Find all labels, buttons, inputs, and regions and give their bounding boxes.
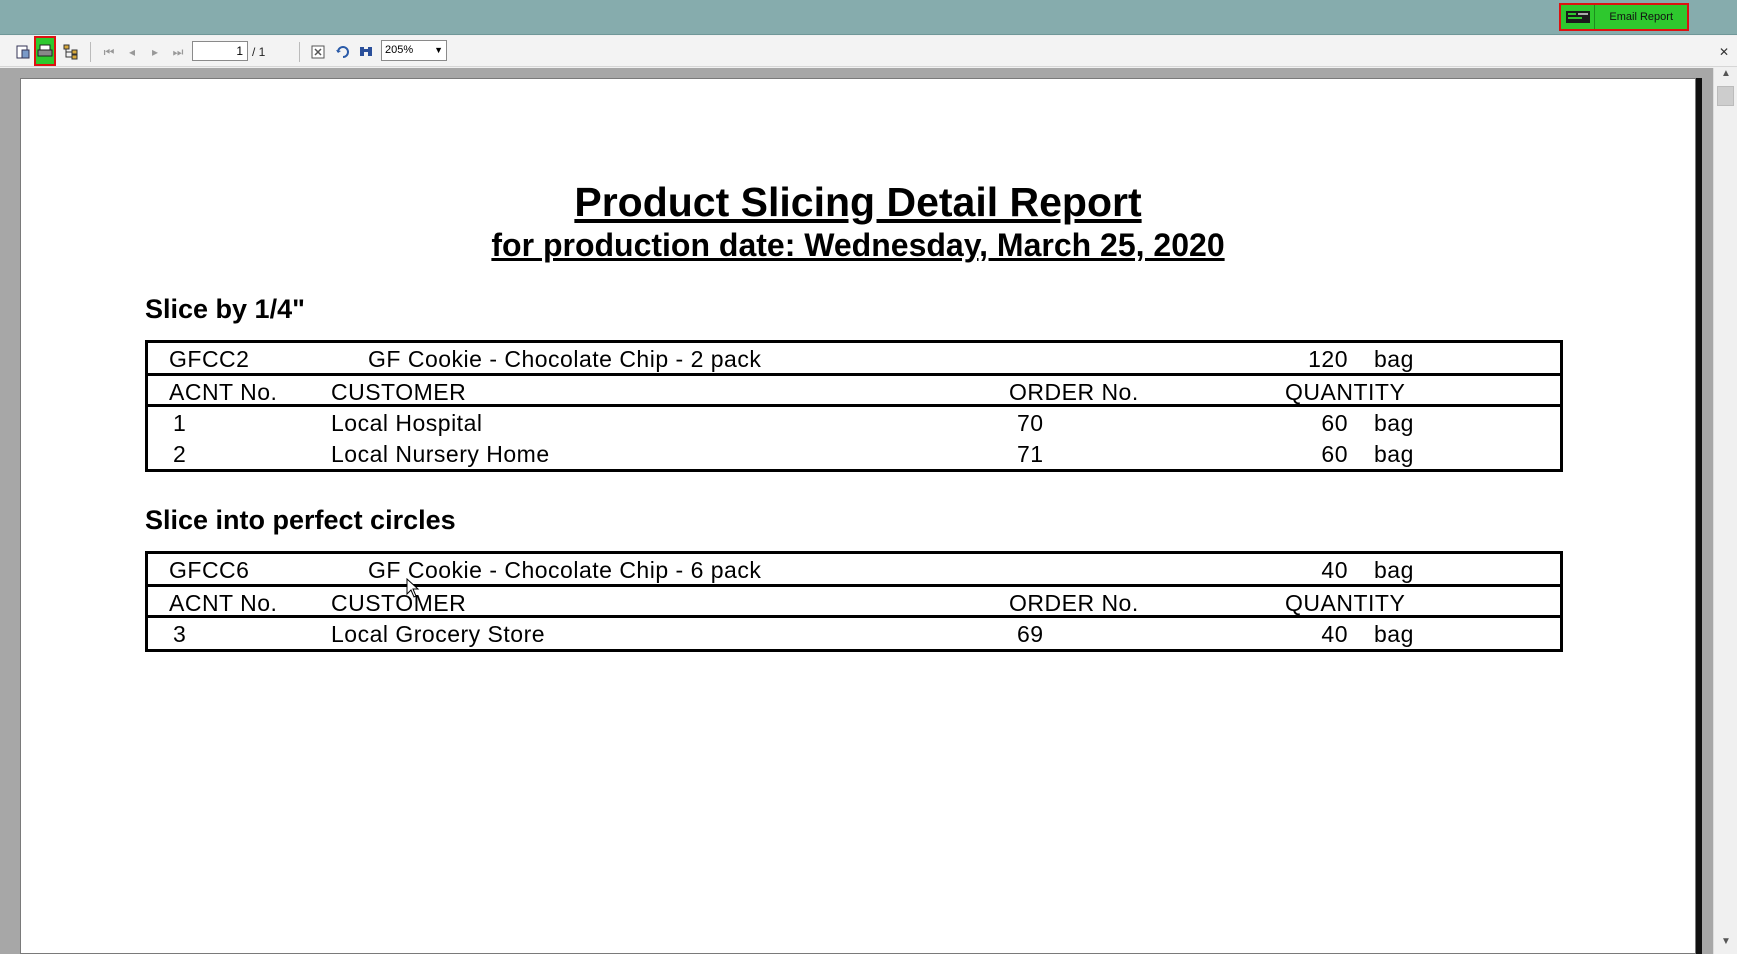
section-heading: Slice into perfect circles [145,505,456,535]
order-cell: 71 [1017,441,1044,467]
email-report-button[interactable]: Email Report [1595,5,1687,29]
product-description: GF Cookie - Chocolate Chip - 2 pack [368,346,762,372]
header-customer: CUSTOMER [331,590,467,616]
acnt-cell: 3 [173,621,187,647]
product-total-unit: bag [1374,557,1414,583]
order-cell: 70 [1017,410,1044,436]
email-report-icon[interactable] [1561,5,1596,29]
acnt-cell: 1 [173,410,187,436]
group-tree-icon[interactable] [60,41,82,63]
product-description: GF Cookie - Chocolate Chip - 6 pack [368,557,762,583]
zoom-select[interactable]: 205% ▼ [381,40,447,61]
last-page-icon[interactable]: ⏭ [167,41,189,63]
report-title: Product Slicing Detail Report [574,179,1142,225]
table-header-row: ACNT No. CUSTOMER ORDER No. QUANTITY [148,587,1560,618]
qty-cell: 60 [1321,410,1348,436]
vertical-scrollbar[interactable]: ▲ ▼ [1713,68,1737,954]
unit-cell: bag [1374,621,1414,647]
next-page-icon[interactable]: ▸ [144,41,166,63]
scroll-up-icon[interactable]: ▲ [1714,68,1737,86]
product-row: GFCC6 GF Cookie - Chocolate Chip - 6 pac… [148,554,1560,587]
product-total-qty: 120 [1308,346,1348,372]
header-acnt: ACNT No. [169,590,278,616]
scroll-down-icon[interactable]: ▼ [1714,936,1737,954]
qty-cell: 60 [1321,441,1348,467]
report-page: Product Slicing Detail Report for produc… [20,78,1696,954]
table-row: 1 Local Hospital 70 60 bag [148,407,1560,438]
email-report-group: Email Report [1559,3,1689,31]
table-row: 2 Local Nursery Home 71 60 bag [148,438,1560,469]
customer-cell: Local Nursery Home [331,441,550,467]
toolbar-separator [90,42,91,62]
header-customer: CUSTOMER [331,379,467,405]
export-icon[interactable] [12,41,34,63]
customer-cell: Local Hospital [331,410,483,436]
search-icon[interactable] [355,41,377,63]
close-icon[interactable]: ✕ [1719,45,1729,59]
toolbar-separator [299,42,300,62]
print-icon[interactable] [34,36,56,66]
order-cell: 69 [1017,621,1044,647]
header-order: ORDER No. [1009,379,1139,405]
header-quantity: QUANTITY [1285,590,1406,616]
table-row: 3 Local Grocery Store 69 40 bag [148,618,1560,649]
scroll-thumb[interactable] [1717,86,1734,106]
report-toolbar: ⏮ ◂ ▸ ⏭ 1 / 1 205% ▼ ✕ [0,36,1737,67]
unit-cell: bag [1374,441,1414,467]
page-total-label: / 1 [252,45,266,59]
report-subtitle: for production date: Wednesday, March 25… [491,227,1225,263]
mouse-cursor-icon [406,578,420,598]
first-page-icon[interactable]: ⏮ [98,41,120,63]
product-code: GFCC2 [169,346,250,372]
header-acnt: ACNT No. [169,379,278,405]
prev-page-icon[interactable]: ◂ [121,41,143,63]
unit-cell: bag [1374,410,1414,436]
product-total-qty: 40 [1321,557,1348,583]
section-table: GFCC2 GF Cookie - Chocolate Chip - 2 pac… [145,340,1563,472]
page-number-input[interactable]: 1 [192,41,248,61]
section-table: GFCC6 GF Cookie - Chocolate Chip - 6 pac… [145,551,1563,652]
report-viewer: Product Slicing Detail Report for produc… [0,68,1713,954]
stop-icon[interactable] [307,41,329,63]
acnt-cell: 2 [173,441,187,467]
customer-cell: Local Grocery Store [331,621,546,647]
refresh-icon[interactable] [332,41,354,63]
product-row: GFCC2 GF Cookie - Chocolate Chip - 2 pac… [148,343,1560,376]
table-header-row: ACNT No. CUSTOMER ORDER No. QUANTITY [148,376,1560,407]
zoom-value: 205% [385,44,414,56]
chevron-down-icon: ▼ [434,45,443,55]
header-quantity: QUANTITY [1285,379,1406,405]
header-order: ORDER No. [1009,590,1139,616]
product-total-unit: bag [1374,346,1414,372]
title-bar: Email Report [0,0,1737,35]
qty-cell: 40 [1321,621,1348,647]
section-heading: Slice by 1/4" [145,294,305,324]
product-code: GFCC6 [169,557,250,583]
